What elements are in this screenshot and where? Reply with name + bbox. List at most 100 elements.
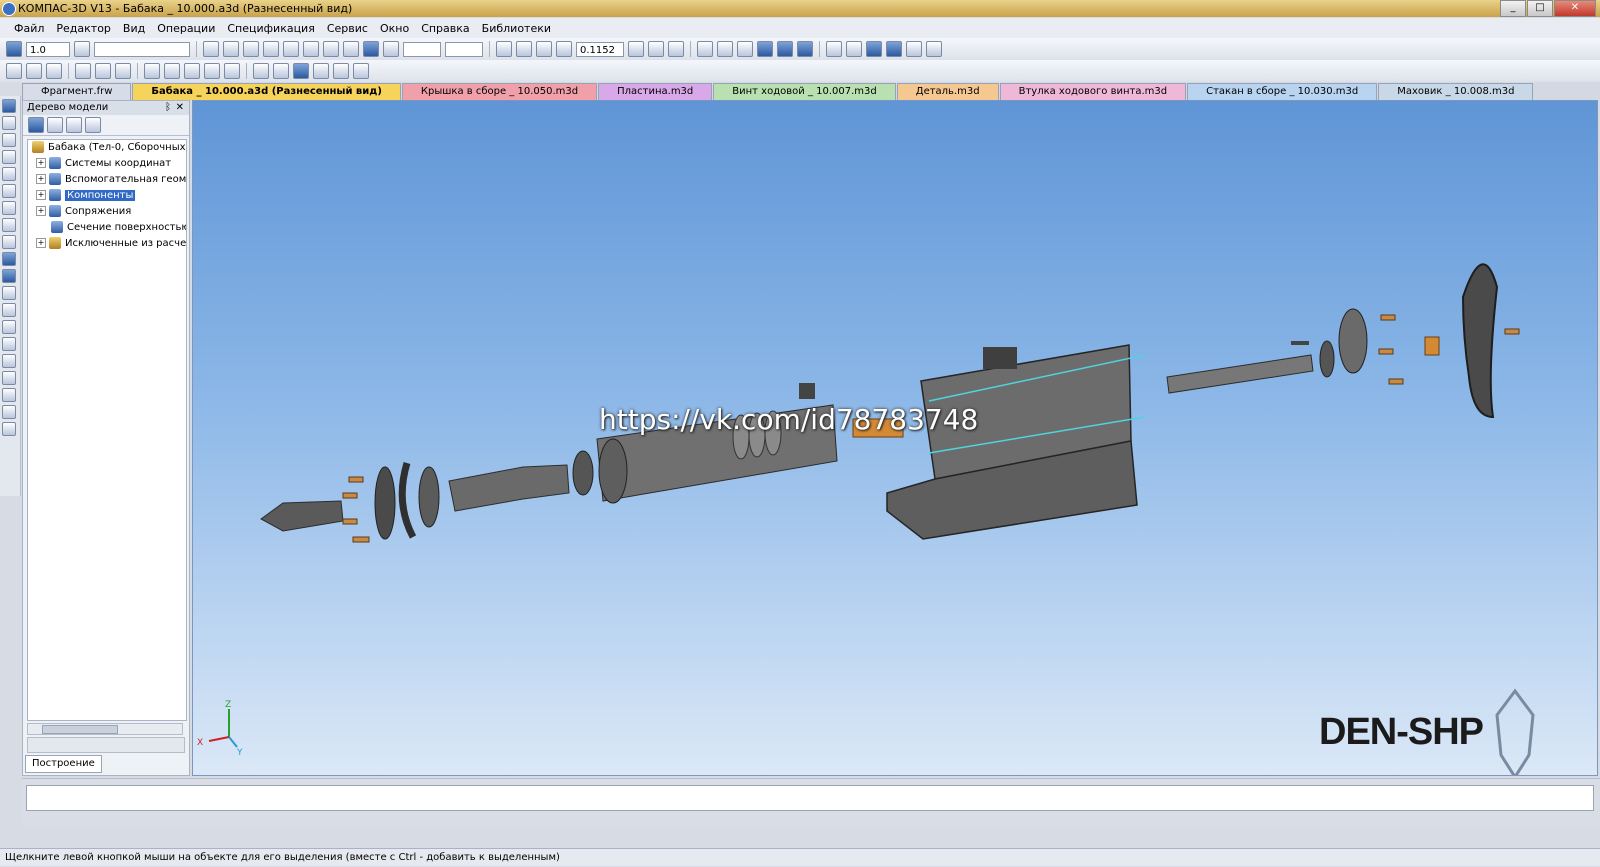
perspective-icon[interactable]: [797, 41, 813, 57]
aux-geometry-icon[interactable]: [2, 167, 16, 181]
spatial-curves-icon[interactable]: [2, 116, 16, 130]
springs-icon[interactable]: [2, 354, 16, 368]
table-icon[interactable]: [224, 63, 240, 79]
snap-icon[interactable]: [6, 41, 22, 57]
maximize-button[interactable]: □: [1527, 0, 1553, 17]
menu-help[interactable]: Справка: [415, 22, 475, 35]
tree-root[interactable]: Бабака (Тел-0, Сборочных ед: [28, 140, 186, 156]
report-icon[interactable]: [2, 252, 16, 266]
tree-item-coordinate-systems[interactable]: + Системы координат: [28, 156, 186, 172]
preview-icon[interactable]: [95, 63, 111, 79]
snap-point-icon[interactable]: [303, 41, 319, 57]
tab-assembly[interactable]: Бабака _ 10.000.a3d (Разнесенный вид): [132, 83, 401, 100]
specification-icon[interactable]: [2, 235, 16, 249]
undo-icon[interactable]: [253, 63, 269, 79]
tab-handwheel[interactable]: Маховик _ 10.008.m3d: [1378, 83, 1534, 100]
zoom-in-icon[interactable]: [516, 41, 532, 57]
coord-xy-icon[interactable]: [383, 41, 399, 57]
zoom-combo[interactable]: 0.1152: [576, 41, 624, 57]
tree-item-section[interactable]: Сечение поверхностью:2: [28, 220, 186, 236]
expand-icon[interactable]: +: [36, 206, 46, 216]
rotate-icon[interactable]: [648, 41, 664, 57]
expand-icon[interactable]: +: [36, 190, 46, 200]
expand-icon[interactable]: +: [36, 174, 46, 184]
elements-icon[interactable]: [2, 269, 16, 283]
local-cs-icon[interactable]: [223, 41, 239, 57]
menu-specification[interactable]: Спецификация: [221, 22, 320, 35]
sheet-icon[interactable]: [2, 286, 16, 300]
arrays-icon[interactable]: [2, 150, 16, 164]
tree-order-icon[interactable]: [66, 117, 82, 133]
welding-icon[interactable]: [2, 388, 16, 402]
properties-field[interactable]: [26, 785, 1594, 811]
section-icon[interactable]: [886, 41, 902, 57]
coord-x-field[interactable]: [403, 41, 441, 57]
tree-horizontal-scrollbar[interactable]: [27, 723, 183, 735]
tab-bushing[interactable]: Втулка ходового винта.m3d: [999, 83, 1187, 100]
cursor-icon[interactable]: [323, 41, 339, 57]
wireframe-icon[interactable]: [697, 41, 713, 57]
tree-item-mates[interactable]: + Сопряжения: [28, 204, 186, 220]
equipment-icon[interactable]: [2, 320, 16, 334]
orientation-icon[interactable]: [668, 41, 684, 57]
minimize-button[interactable]: _: [1500, 0, 1526, 17]
filter-icon[interactable]: [826, 41, 842, 57]
tree-item-components[interactable]: + Компоненты: [28, 188, 186, 204]
redo-icon[interactable]: [273, 63, 289, 79]
layer-icon[interactable]: [74, 41, 90, 57]
expand-icon[interactable]: +: [36, 158, 46, 168]
variables-icon[interactable]: [333, 63, 349, 79]
dimensions-icon[interactable]: [2, 405, 16, 419]
ortho-icon[interactable]: [263, 41, 279, 57]
fasteners-icon[interactable]: [2, 337, 16, 351]
measure-icon[interactable]: [2, 201, 16, 215]
layer-combo[interactable]: [94, 41, 190, 57]
tab-cover[interactable]: Крышка в сборе _ 10.050.m3d: [401, 83, 598, 100]
tree-view-icon[interactable]: [47, 117, 63, 133]
rotate-cs-icon[interactable]: [243, 41, 259, 57]
axis-icon[interactable]: [343, 41, 359, 57]
print-icon[interactable]: [75, 63, 91, 79]
step-combo[interactable]: 1.0: [26, 41, 70, 57]
zoom-all-icon[interactable]: [556, 41, 572, 57]
library-icon[interactable]: [313, 63, 329, 79]
save-icon[interactable]: [46, 63, 62, 79]
tree-structure-icon[interactable]: [28, 117, 44, 133]
explode-icon[interactable]: [866, 41, 882, 57]
mates-icon[interactable]: [2, 184, 16, 198]
menu-operations[interactable]: Операции: [151, 22, 221, 35]
tab-build[interactable]: Построение: [25, 755, 102, 773]
open-file-icon[interactable]: [26, 63, 42, 79]
menu-service[interactable]: Сервис: [321, 22, 374, 35]
tree-item-aux-geometry[interactable]: + Вспомогательная геомет: [28, 172, 186, 188]
tab-cup[interactable]: Стакан в сборе _ 10.030.m3d: [1187, 83, 1378, 100]
close-button[interactable]: ✕: [1554, 0, 1596, 17]
tab-screw[interactable]: Винт ходовой _ 10.007.m3d: [713, 83, 896, 100]
copy-icon[interactable]: [164, 63, 180, 79]
coord-y-field[interactable]: [445, 41, 483, 57]
format-brush-icon[interactable]: [204, 63, 220, 79]
close-panel-icon[interactable]: ✕: [176, 101, 184, 115]
menu-edit[interactable]: Редактор: [50, 22, 117, 35]
surfaces-icon[interactable]: [2, 133, 16, 147]
menu-libraries[interactable]: Библиотеки: [476, 22, 557, 35]
halftone-edges-icon[interactable]: [777, 41, 793, 57]
manager-icon[interactable]: [293, 63, 309, 79]
pipes-icon[interactable]: [2, 303, 16, 317]
help-icon[interactable]: [353, 63, 369, 79]
thin-lines-icon[interactable]: [737, 41, 753, 57]
menu-window[interactable]: Окно: [374, 22, 415, 35]
page-layout-icon[interactable]: [115, 63, 131, 79]
tab-plate[interactable]: Пластина.m3d: [598, 83, 713, 100]
rebuild-icon[interactable]: [926, 41, 942, 57]
tab-detail[interactable]: Деталь.m3d: [896, 83, 999, 100]
pan-icon[interactable]: [628, 41, 644, 57]
pin-icon[interactable]: ᛒ: [165, 101, 171, 115]
lines-icon[interactable]: [283, 41, 299, 57]
grid-icon[interactable]: [203, 41, 219, 57]
scroll-thumb[interactable]: [42, 725, 118, 734]
tab-fragment[interactable]: Фрагмент.frw: [22, 83, 132, 100]
coordinates-icon[interactable]: [363, 41, 379, 57]
tree-item-excluded[interactable]: + Исключенные из расчета: [28, 236, 186, 252]
menu-view[interactable]: Вид: [117, 22, 151, 35]
